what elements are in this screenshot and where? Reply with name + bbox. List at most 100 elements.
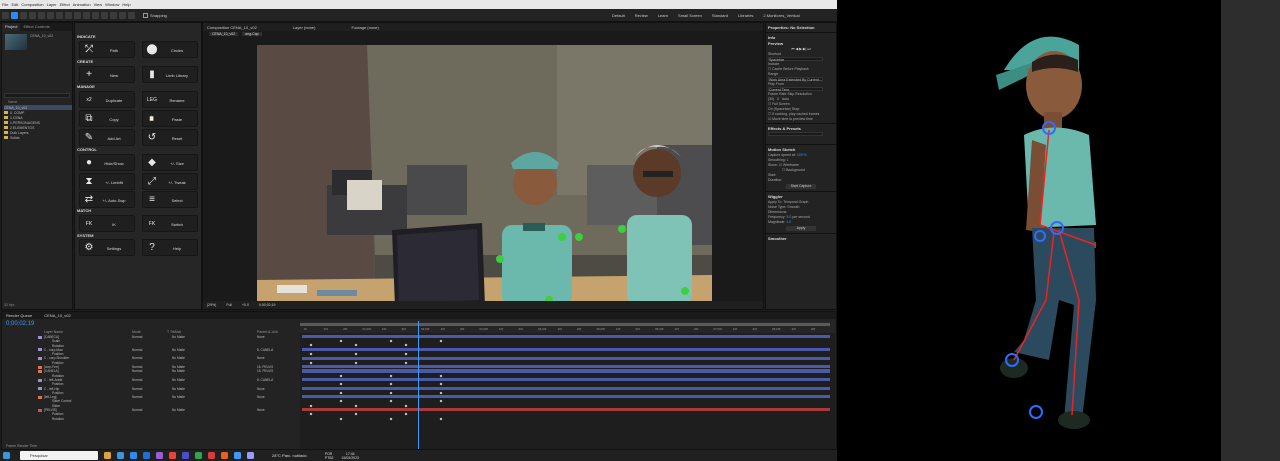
keyframe[interactable] <box>309 404 313 408</box>
script-button--auto-swp[interactable]: ⇄ +/- Auto-Swp <box>79 191 135 208</box>
layer-label-color[interactable] <box>38 395 42 399</box>
rig-joint[interactable] <box>496 255 504 263</box>
project-item[interactable]: Solids <box>4 135 72 140</box>
camera-tool-icon[interactable] <box>47 11 54 19</box>
script-button--tweak[interactable]: ⤢ +/- Tweak <box>142 173 198 190</box>
frequency-value[interactable]: 5.0 <box>787 215 792 219</box>
layer-duration-bar[interactable] <box>302 335 830 339</box>
taskbar-app-icon[interactable] <box>156 452 163 459</box>
if-caching-checkbox[interactable]: ☐ If caching, play cached frames <box>768 112 834 116</box>
script-button--size[interactable]: ◆ +/- Size <box>142 154 198 171</box>
keyframe[interactable] <box>309 343 313 347</box>
keyframe[interactable] <box>339 374 343 377</box>
layer-duration-bar[interactable] <box>302 378 830 382</box>
tab-render-queue[interactable]: Render Queue <box>6 313 32 318</box>
rectangle-tool-icon[interactable] <box>65 11 72 19</box>
layer-label-color[interactable] <box>38 387 42 391</box>
tab-composition[interactable]: Composition CENA_10_v02 <box>207 25 257 30</box>
keyframe[interactable] <box>309 352 313 356</box>
smoothing-value[interactable]: 1 <box>787 158 789 162</box>
current-time-display[interactable]: 0;00;02;19 <box>6 321 34 327</box>
motion-sketch-title[interactable]: Motion Sketch <box>768 147 834 152</box>
script-button-duplicate[interactable]: x2 Duplicate <box>79 91 135 108</box>
keyframe[interactable] <box>439 399 443 403</box>
taskbar-app-icon[interactable] <box>234 452 241 459</box>
work-area-bar[interactable] <box>300 323 830 326</box>
preview-title[interactable]: Preview <box>768 41 834 46</box>
zoom-dropdown[interactable]: (29%) <box>207 303 216 307</box>
rig-joint[interactable] <box>681 287 689 295</box>
taskbar-app-icon[interactable] <box>208 452 215 459</box>
resolution-value[interactable]: Auto <box>782 97 789 101</box>
keyframe[interactable] <box>339 339 343 343</box>
skip-value[interactable]: 0 <box>777 97 779 101</box>
effects-presets-title[interactable]: Effects & Presets <box>768 126 834 131</box>
cache-checkbox[interactable]: ☐ Cache Before Playback <box>768 67 834 71</box>
taskbar-app-icon[interactable] <box>182 452 189 459</box>
workspace-review[interactable]: Review <box>635 13 648 18</box>
script-button-rename[interactable]: LEG Rename <box>142 91 198 108</box>
pen-tool-icon[interactable] <box>74 11 81 19</box>
shortcut-dropdown[interactable]: Spacebar <box>768 57 823 62</box>
wireframe-label[interactable]: Wireframe <box>783 163 799 167</box>
keyframe[interactable] <box>309 412 313 416</box>
keyframe[interactable] <box>439 391 443 395</box>
rig-joint[interactable] <box>558 233 566 241</box>
playhead[interactable] <box>418 321 419 449</box>
language-indicator[interactable]: POR PTB2 <box>325 452 334 460</box>
menu-layer[interactable]: Layer <box>47 2 57 7</box>
script-button-help[interactable]: ? Help <box>142 239 198 256</box>
apply-to-value[interactable]: Temporal Graph <box>783 200 808 204</box>
layer-duration-bar[interactable] <box>302 386 830 390</box>
keyframe[interactable] <box>389 374 393 377</box>
roto-brush-tool-icon[interactable] <box>119 11 126 19</box>
keyframe[interactable] <box>309 361 313 365</box>
keyframe[interactable] <box>354 352 358 356</box>
play-from-dropdown[interactable]: Current Time <box>768 87 823 92</box>
script-button-select[interactable]: ≡ Select <box>142 191 198 208</box>
keyframe[interactable] <box>439 382 443 386</box>
effects-search-input[interactable] <box>768 132 823 136</box>
range-dropdown[interactable]: Work Area Extended By Current... <box>768 77 823 82</box>
script-button-ik[interactable]: FK IK <box>79 215 135 232</box>
layer-label-color[interactable] <box>38 335 42 339</box>
keyframe[interactable] <box>339 382 343 386</box>
comp-breadcrumb-sub[interactable]: ang-Cap <box>242 32 262 36</box>
script-button--limbfit[interactable]: ⧗ +/- Limbfit <box>79 173 135 190</box>
magnitude-value[interactable]: 1.0 <box>786 220 791 224</box>
menu-file[interactable]: File <box>2 2 8 7</box>
layer-duration-bar[interactable] <box>302 369 830 373</box>
col-parent[interactable]: Parent & Link <box>257 330 278 334</box>
selection-tool-icon[interactable] <box>11 11 18 19</box>
composition-viewer[interactable] <box>257 45 712 301</box>
time-ruler[interactable]: 0f 10f 20f 01;00f 10f 20f 02;00f 10f 20f 03;00f 10… <box>300 321 835 333</box>
tab-footage[interactable]: Footage (none) <box>352 25 379 30</box>
weather-widget[interactable]: 28°C Parc. nublado <box>272 453 307 458</box>
layer-label-color[interactable] <box>38 408 42 412</box>
col-trkmat[interactable]: T TrkMat <box>167 330 181 334</box>
bit-depth-button[interactable]: 32 bpc <box>4 303 15 307</box>
script-button-path[interactable]: ⤱ Path <box>79 41 135 58</box>
puppet-tool-icon[interactable] <box>128 11 135 19</box>
workspace-standard[interactable]: Standard <box>712 13 728 18</box>
taskbar-app-icon[interactable] <box>221 452 228 459</box>
clone-tool-icon[interactable] <box>101 11 108 19</box>
script-button-switch[interactable]: FK Switch <box>142 215 198 232</box>
playback-controls[interactable]: ⏮ ◀ ▶ ▶| ⏭ <box>768 47 834 51</box>
layer-duration-bar[interactable] <box>302 408 830 412</box>
type-tool-icon[interactable] <box>83 11 90 19</box>
pan-behind-tool-icon[interactable] <box>56 11 63 19</box>
background-checkbox[interactable]: ☐ Background <box>768 168 834 172</box>
menu-view[interactable]: View <box>94 2 103 7</box>
tab-timeline-comp[interactable]: CENA_10_v02 <box>44 313 70 318</box>
keyframe[interactable] <box>439 417 443 420</box>
noise-type-value[interactable]: Smooth <box>787 205 799 209</box>
keyframe[interactable] <box>404 412 408 416</box>
snapping-toggle[interactable]: Snapping <box>143 12 167 18</box>
menu-animation[interactable]: Animation <box>73 2 91 7</box>
menu-help[interactable]: Help <box>122 2 130 7</box>
workspace-default[interactable]: Default <box>612 13 625 18</box>
wiggler-apply-button[interactable]: Apply <box>786 226 816 231</box>
layer-label-color[interactable] <box>38 348 42 352</box>
keyframe[interactable] <box>404 361 408 365</box>
